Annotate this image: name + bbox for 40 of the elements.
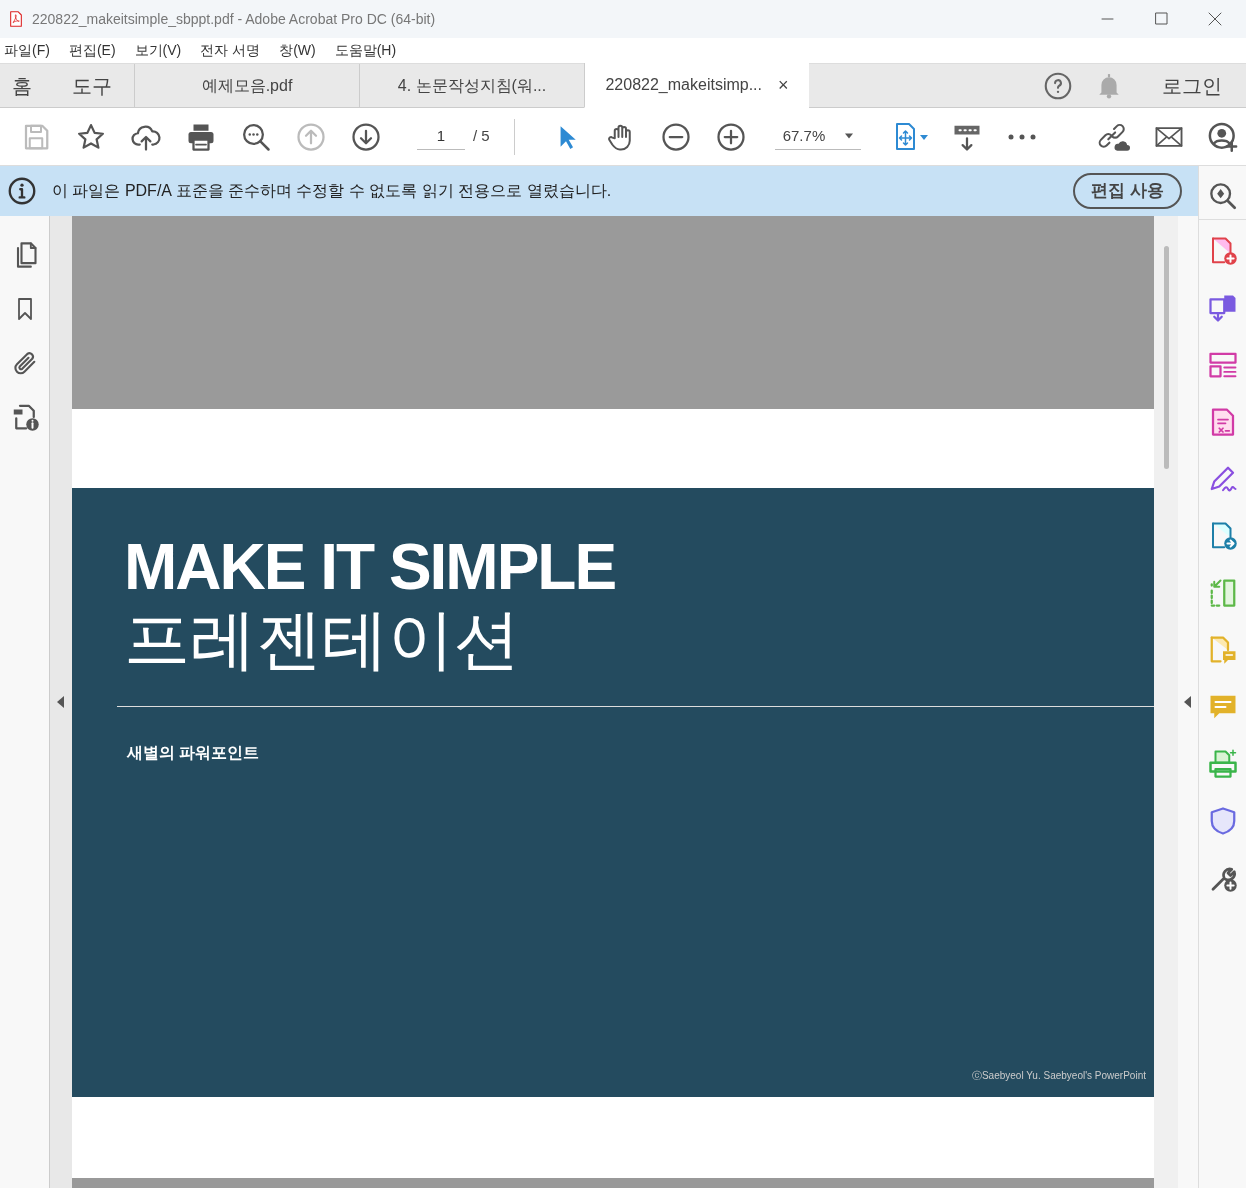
menu-item[interactable]: 보기(V) [134, 40, 182, 61]
add-user-icon[interactable] [1208, 121, 1238, 152]
notice-text: 이 파일은 PDF/A 표준을 준수하며 수정할 수 없도록 읽기 전용으로 열렸습니다. [52, 181, 613, 201]
combine-files-icon[interactable] [1207, 293, 1238, 323]
page-number-field[interactable]: 1 [417, 122, 465, 151]
slide-subtitle: 프레젠테이션 [124, 602, 521, 679]
close-tab-icon[interactable]: × [778, 71, 789, 99]
collapse-left-icon[interactable] [1184, 696, 1192, 708]
pdf-file-icon [8, 10, 24, 28]
info-icon [8, 177, 36, 205]
menu-item[interactable]: 창(W) [279, 40, 316, 61]
zoom-in-icon[interactable] [716, 121, 747, 152]
star-icon[interactable] [75, 121, 106, 152]
document-tab[interactable]: 예제모음.pdf [134, 63, 359, 108]
slide-title: MAKE IT SIMPLE [124, 532, 617, 603]
document-tab[interactable]: 220822_makeitsimp... × [584, 63, 809, 108]
nav-tab[interactable]: 홈 [4, 70, 40, 101]
help-icon[interactable] [1044, 71, 1072, 100]
page-count: / 5 [473, 126, 490, 147]
window-title: 220822_makeitsimple_sbppt.pdf - Adobe Acrobat Pro DC (64-bit) [32, 9, 437, 29]
mail-icon[interactable] [1154, 124, 1184, 149]
caret-icon [844, 133, 853, 139]
copyright-text: ⓒSaebyeol Yu. Saebyeol's PowerPoint [971, 1069, 1146, 1083]
menu-item[interactable]: 도움말(H) [334, 40, 397, 61]
search-icon[interactable] [240, 121, 271, 152]
collapse-left-icon[interactable] [57, 696, 65, 708]
zoom-tool-icon[interactable] [1208, 182, 1237, 210]
scrollbar-thumb[interactable] [1163, 246, 1169, 469]
arrow-down-icon[interactable] [350, 121, 381, 152]
menu-item[interactable]: 편집(E) [68, 40, 116, 61]
menu-item[interactable]: 파일(F) [4, 40, 50, 61]
link-cloud-icon[interactable] [1098, 121, 1130, 152]
zoom-dropdown[interactable]: 67.7% [774, 122, 861, 151]
login-link[interactable]: 로그인 [1162, 70, 1222, 101]
menu-item[interactable]: 전자 서명 [200, 40, 261, 61]
nav-tab[interactable]: 도구 [64, 70, 120, 101]
slide-author: 새별의 파워포인트 [127, 743, 261, 764]
zoom-out-icon[interactable] [661, 121, 692, 152]
organize-pages-icon[interactable] [1207, 350, 1238, 380]
enable-editing-button[interactable]: 편집 사용 [1073, 173, 1182, 209]
